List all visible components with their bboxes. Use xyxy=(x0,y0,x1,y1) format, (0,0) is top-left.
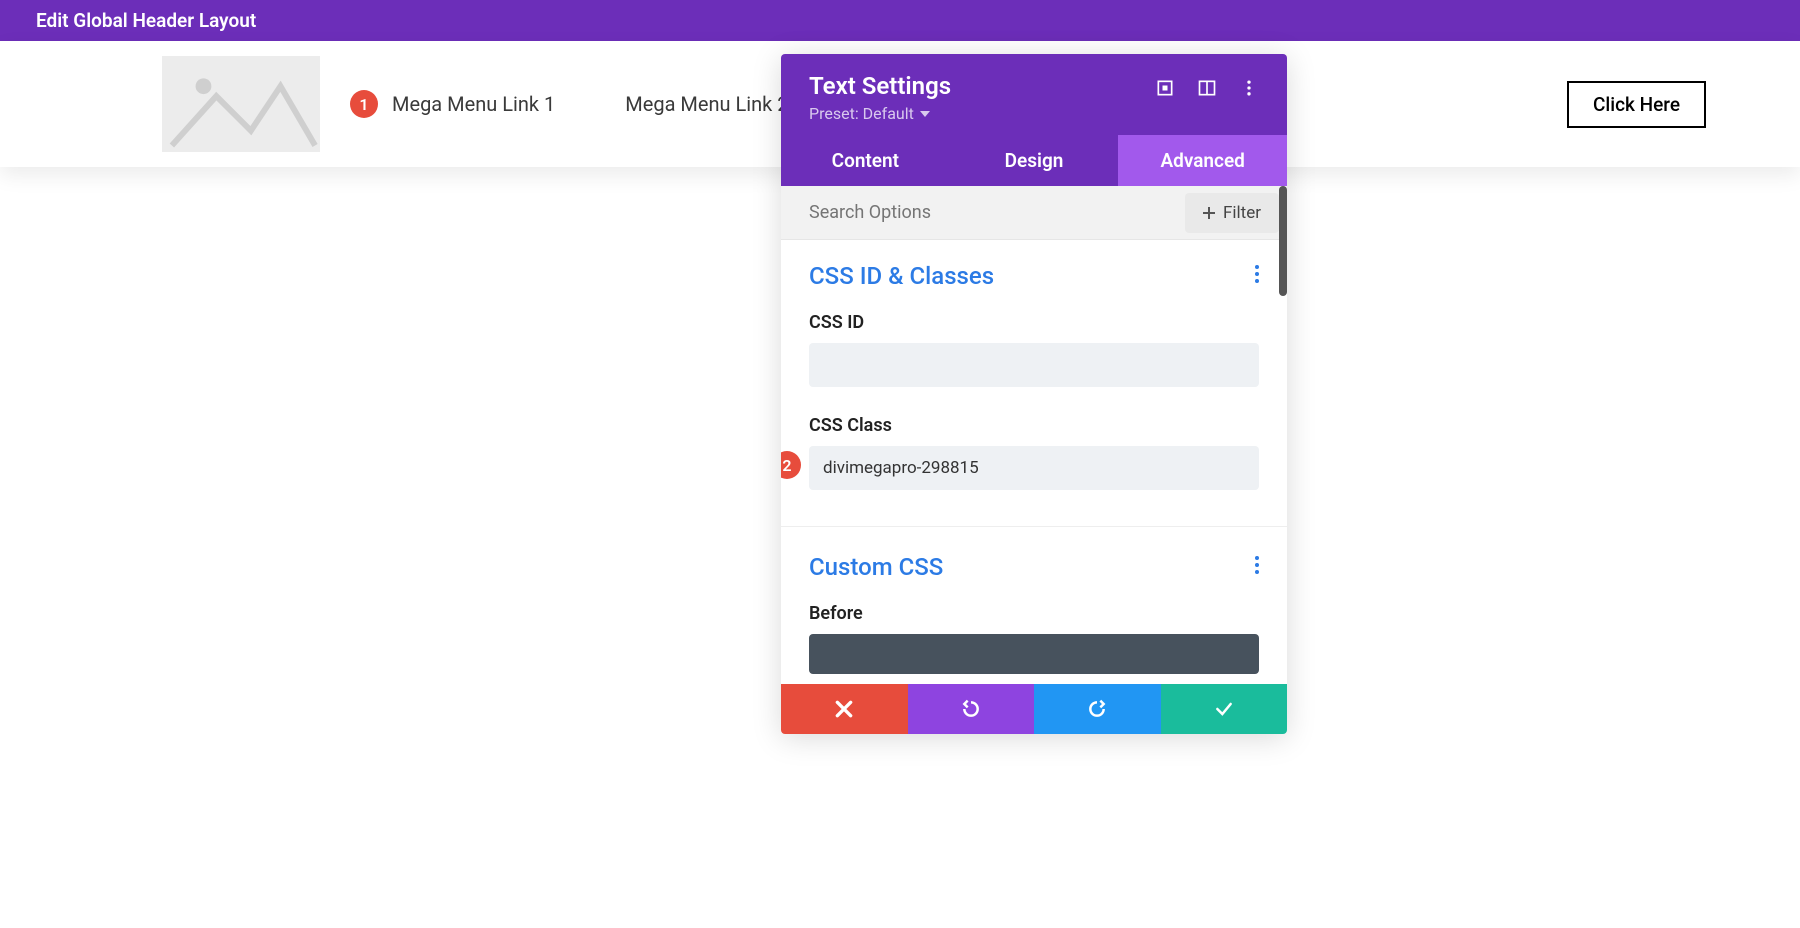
css-class-input[interactable] xyxy=(809,446,1259,490)
undo-icon xyxy=(961,699,981,719)
kebab-menu-icon[interactable] xyxy=(1255,264,1259,288)
tab-advanced[interactable]: Advanced xyxy=(1118,135,1287,186)
kebab-menu-icon[interactable] xyxy=(1255,555,1259,579)
chevron-down-icon xyxy=(920,111,930,117)
panel-preset[interactable]: Preset: Default xyxy=(809,104,951,123)
save-button[interactable] xyxy=(1161,684,1288,734)
menu-link-label: Mega Menu Link 1 xyxy=(392,92,555,116)
panel-footer xyxy=(781,684,1287,734)
css-id-input[interactable] xyxy=(809,343,1259,387)
plus-icon xyxy=(1203,207,1215,219)
section-css-id-classes[interactable]: CSS ID & Classes xyxy=(809,262,1259,290)
filter-button[interactable]: Filter xyxy=(1185,193,1279,233)
redo-button[interactable] xyxy=(1034,684,1161,734)
panel-title: Text Settings xyxy=(809,72,951,100)
image-placeholder-icon xyxy=(162,56,320,152)
columns-icon[interactable] xyxy=(1197,78,1217,98)
click-here-button[interactable]: Click Here xyxy=(1567,81,1706,128)
css-id-label: CSS ID xyxy=(809,312,1259,333)
search-input[interactable] xyxy=(781,186,1185,239)
css-class-label: CSS Class xyxy=(809,415,1259,436)
section-custom-css[interactable]: Custom CSS xyxy=(809,553,1259,581)
mega-menu-link-1[interactable]: 1 Mega Menu Link 1 xyxy=(350,90,555,118)
annotation-badge-1: 1 xyxy=(350,90,378,118)
cancel-button[interactable] xyxy=(781,684,908,734)
section-divider xyxy=(781,526,1287,527)
kebab-menu-icon[interactable] xyxy=(1239,78,1259,98)
panel-header[interactable]: Text Settings Preset: Default xyxy=(781,54,1287,135)
menu-link-label: Mega Menu Link 2 xyxy=(625,92,788,116)
panel-body: CSS ID & Classes CSS ID 2 CSS Class Cust… xyxy=(781,240,1287,684)
mega-menu-link-2[interactable]: Mega Menu Link 2 xyxy=(625,92,788,116)
tabs: Content Design Advanced xyxy=(781,135,1287,186)
redo-icon xyxy=(1087,699,1107,719)
undo-button[interactable] xyxy=(908,684,1035,734)
before-code-input[interactable] xyxy=(809,634,1259,674)
search-row: Filter xyxy=(781,186,1287,240)
image-placeholder[interactable] xyxy=(162,56,320,152)
expand-icon[interactable] xyxy=(1155,78,1175,98)
global-header-title: Edit Global Header Layout xyxy=(36,9,256,32)
global-header-bar: Edit Global Header Layout xyxy=(0,0,1800,41)
close-icon xyxy=(834,699,854,719)
menu-links: 1 Mega Menu Link 1 Mega Menu Link 2 xyxy=(350,90,789,118)
text-settings-panel: Text Settings Preset: Default Content De… xyxy=(781,54,1287,734)
before-label: Before xyxy=(809,603,1259,624)
check-icon xyxy=(1214,699,1234,719)
annotation-badge-2: 2 xyxy=(781,451,801,479)
tab-content[interactable]: Content xyxy=(781,135,950,186)
tab-design[interactable]: Design xyxy=(950,135,1119,186)
